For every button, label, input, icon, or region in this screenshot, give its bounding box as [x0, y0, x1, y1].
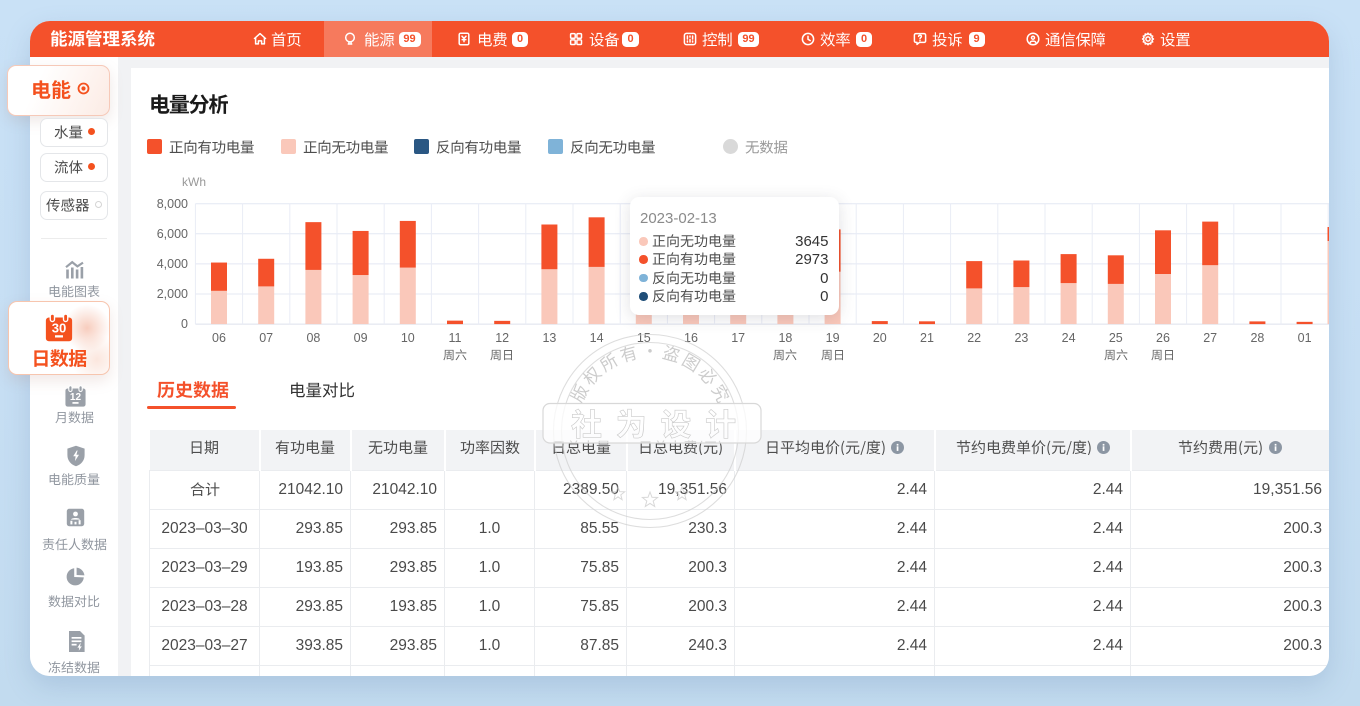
- svg-text:19: 19: [826, 331, 840, 345]
- svg-text:07: 07: [259, 331, 273, 345]
- svg-text:06: 06: [212, 331, 226, 345]
- svg-text:16: 16: [684, 331, 698, 345]
- svg-text:15: 15: [637, 331, 651, 345]
- svg-text:21: 21: [920, 331, 934, 345]
- svg-text:01: 01: [1298, 331, 1312, 345]
- svg-text:24: 24: [1062, 331, 1076, 345]
- svg-text:17: 17: [731, 331, 745, 345]
- svg-text:20: 20: [873, 331, 887, 345]
- svg-text:27: 27: [1203, 331, 1217, 345]
- svg-text:12: 12: [495, 331, 509, 345]
- svg-text:13: 13: [542, 331, 556, 345]
- svg-text:14: 14: [590, 331, 604, 345]
- svg-text:11: 11: [449, 331, 462, 345]
- svg-text:12: 12: [70, 392, 82, 403]
- svg-text:28: 28: [1250, 331, 1264, 345]
- svg-text:25: 25: [1109, 331, 1123, 345]
- svg-text:26: 26: [1156, 331, 1170, 345]
- svg-text:23: 23: [1014, 331, 1028, 345]
- svg-text:22: 22: [967, 331, 981, 345]
- svg-text:10: 10: [401, 331, 415, 345]
- svg-text:09: 09: [354, 331, 368, 345]
- svg-text:18: 18: [778, 331, 792, 345]
- svg-text:30: 30: [52, 320, 67, 335]
- svg-text:08: 08: [306, 331, 320, 345]
